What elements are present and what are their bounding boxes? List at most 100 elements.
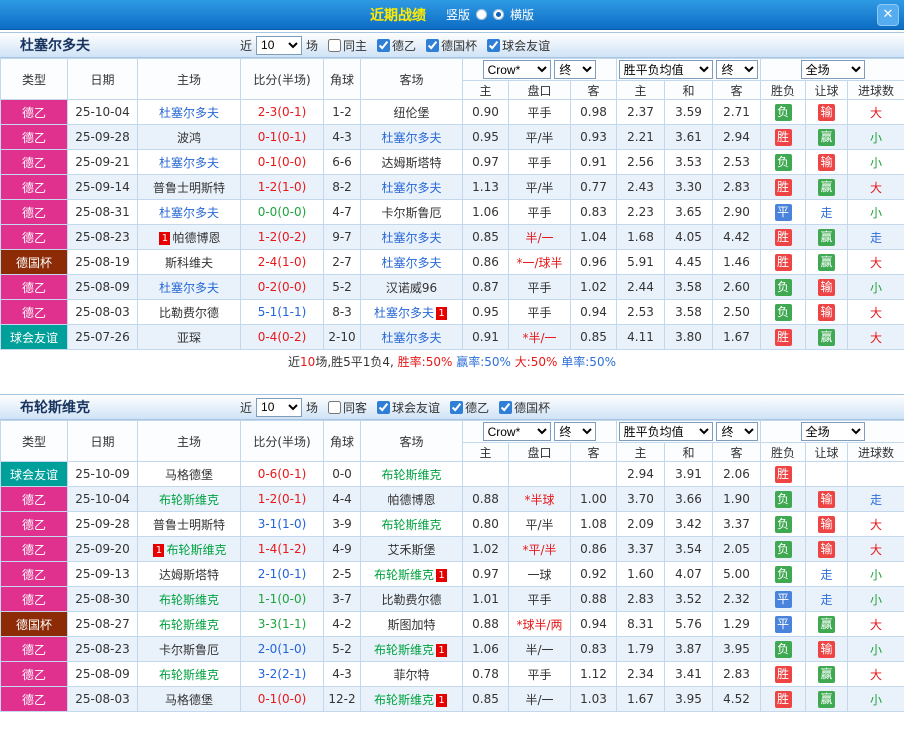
avg-source-select[interactable]: 胜平负均值 — [619, 60, 713, 79]
avg-stage-select[interactable]: 终 — [716, 422, 758, 441]
competition-checkbox[interactable] — [450, 401, 463, 414]
home-team-name[interactable]: 布轮斯维克 — [159, 618, 219, 632]
home-team-name[interactable]: 达姆斯塔特 — [159, 568, 219, 582]
home-team-name[interactable]: 卡尔斯鲁厄 — [159, 643, 219, 657]
competition-filter[interactable]: 德乙 — [444, 399, 489, 416]
home-team-name[interactable]: 比勒费尔德 — [159, 306, 219, 320]
away-team-name[interactable]: 布轮斯维克 — [381, 518, 441, 532]
home-team-name[interactable]: 布轮斯维克 — [166, 543, 226, 557]
away-water-odds: 1.00 — [571, 487, 617, 512]
away-team-name[interactable]: 布轮斯维克 — [374, 693, 434, 707]
avg-stage-select[interactable]: 终 — [716, 60, 758, 79]
competition-checkbox[interactable] — [377, 39, 390, 52]
corners: 5-2 — [324, 275, 361, 300]
home-team-name[interactable]: 波鸿 — [177, 131, 201, 145]
away-team-name[interactable]: 杜塞尔多夫 — [381, 331, 441, 345]
corners: 2-10 — [324, 325, 361, 350]
avg-draw-odds: 4.07 — [665, 562, 713, 587]
match-row: 德乙 25-08-03 比勒费尔德 5-1(1-1) 8-3 杜塞尔多夫1 0.… — [1, 300, 904, 325]
odds-source-select[interactable]: Crow* — [483, 60, 551, 79]
competition-filter[interactable]: 球会友谊 — [481, 37, 550, 54]
away-team-name[interactable]: 杜塞尔多夫 — [374, 306, 434, 320]
close-icon[interactable]: ✕ — [877, 4, 899, 26]
away-team-name[interactable]: 纽伦堡 — [393, 106, 429, 120]
avg-home-odds: 1.79 — [617, 637, 665, 662]
competition-filter[interactable]: 德国杯 — [420, 37, 477, 54]
handicap-line-text: 平手 — [527, 668, 551, 682]
competition-checkbox[interactable] — [377, 401, 390, 414]
score: 0-1(0-0) — [258, 692, 307, 706]
avg-away-odds: 2.83 — [713, 662, 761, 687]
result-goals-cell: 小 — [848, 150, 904, 175]
scope-select[interactable]: 全场 — [801, 422, 865, 441]
same-venue-filter[interactable]: 同主 — [322, 37, 367, 54]
odds-source-header: Crow* 终 — [463, 421, 617, 443]
away-team-name[interactable]: 布轮斯维克 — [381, 468, 441, 482]
home-team-name[interactable]: 马格德堡 — [165, 693, 213, 707]
vertical-layout-radio[interactable] — [476, 9, 487, 20]
home-team-name[interactable]: 普鲁士明斯特 — [153, 518, 225, 532]
home-team-name[interactable]: 布轮斯维克 — [159, 493, 219, 507]
away-team-name[interactable]: 布轮斯维克 — [374, 568, 434, 582]
scope-select[interactable]: 全场 — [801, 60, 865, 79]
result-wdl-badge: 胜 — [775, 129, 792, 146]
same-venue-filter[interactable]: 同客 — [322, 399, 367, 416]
away-team-name[interactable]: 比勒费尔德 — [381, 593, 441, 607]
away-team-cell: 杜塞尔多夫 — [361, 250, 463, 275]
horizontal-layout-radio[interactable] — [493, 9, 504, 20]
sub-column-header: 主 — [617, 81, 665, 100]
recent-count-select[interactable]: 10 — [256, 36, 302, 55]
competition-filter[interactable]: 球会友谊 — [371, 399, 440, 416]
home-team-name[interactable]: 杜塞尔多夫 — [159, 156, 219, 170]
handicap-line: 平手 — [509, 300, 571, 325]
away-team-name[interactable]: 达姆斯塔特 — [381, 156, 441, 170]
same-venue-checkbox[interactable] — [328, 401, 341, 414]
results-table: 类型 日期 主场 比分(半场) 角球 客场 Crow* 终 胜平负均值 终 — [0, 58, 904, 350]
competition-checkbox[interactable] — [426, 39, 439, 52]
away-team-name[interactable]: 布轮斯维克 — [374, 643, 434, 657]
home-team-name[interactable]: 普鲁士明斯特 — [153, 181, 225, 195]
home-team-name[interactable]: 斯科维夫 — [165, 256, 213, 270]
score-cell: 0-1(0-0) — [241, 687, 324, 712]
same-venue-label: 同客 — [343, 399, 367, 416]
home-team-name[interactable]: 帕德博恩 — [172, 231, 220, 245]
away-team-name[interactable]: 菲尔特 — [393, 668, 429, 682]
away-team-cell: 杜塞尔多夫 — [361, 125, 463, 150]
home-team-name[interactable]: 杜塞尔多夫 — [159, 206, 219, 220]
away-team-name[interactable]: 杜塞尔多夫 — [381, 231, 441, 245]
away-team-name[interactable]: 汉诺威96 — [386, 281, 437, 295]
odds-stage-select[interactable]: 终 — [554, 60, 596, 79]
away-team-name[interactable]: 艾禾斯堡 — [387, 543, 435, 557]
match-row: 德乙 25-09-14 普鲁士明斯特 1-2(1-0) 8-2 杜塞尔多夫 1.… — [1, 175, 904, 200]
home-team-name[interactable]: 亚琛 — [177, 331, 201, 345]
avg-source-select[interactable]: 胜平负均值 — [619, 422, 713, 441]
away-team-name[interactable]: 卡尔斯鲁厄 — [381, 206, 441, 220]
home-water-odds: 1.02 — [463, 537, 509, 562]
competition-checkbox[interactable] — [499, 401, 512, 414]
home-team-name[interactable]: 布轮斯维克 — [159, 668, 219, 682]
home-team-name[interactable]: 杜塞尔多夫 — [159, 281, 219, 295]
home-team-name[interactable]: 布轮斯维克 — [159, 593, 219, 607]
away-team-name[interactable]: 斯图加特 — [387, 618, 435, 632]
odds-source-select[interactable]: Crow* — [483, 422, 551, 441]
same-venue-checkbox[interactable] — [328, 39, 341, 52]
away-team-name[interactable]: 帕德博恩 — [387, 493, 435, 507]
away-team-name[interactable]: 杜塞尔多夫 — [381, 131, 441, 145]
recent-count-select[interactable]: 10 — [256, 398, 302, 417]
competition-filter[interactable]: 德国杯 — [493, 399, 550, 416]
competition-filter[interactable]: 德乙 — [371, 37, 416, 54]
match-date: 25-09-20 — [68, 537, 138, 562]
home-team-name[interactable]: 马格德堡 — [165, 468, 213, 482]
avg-home-odds: 2.09 — [617, 512, 665, 537]
result-goals-text: 小 — [870, 693, 882, 707]
competition-filter-label: 德国杯 — [514, 399, 550, 416]
home-water-odds: 1.01 — [463, 587, 509, 612]
away-team-name[interactable]: 杜塞尔多夫 — [381, 256, 441, 270]
away-water-odds: 0.94 — [571, 300, 617, 325]
competition-checkbox[interactable] — [487, 39, 500, 52]
result-handicap-badge: 赢 — [818, 666, 835, 683]
away-team-name[interactable]: 杜塞尔多夫 — [381, 181, 441, 195]
odds-stage-select[interactable]: 终 — [554, 422, 596, 441]
avg-away-odds: 4.42 — [713, 225, 761, 250]
home-team-name[interactable]: 杜塞尔多夫 — [159, 106, 219, 120]
